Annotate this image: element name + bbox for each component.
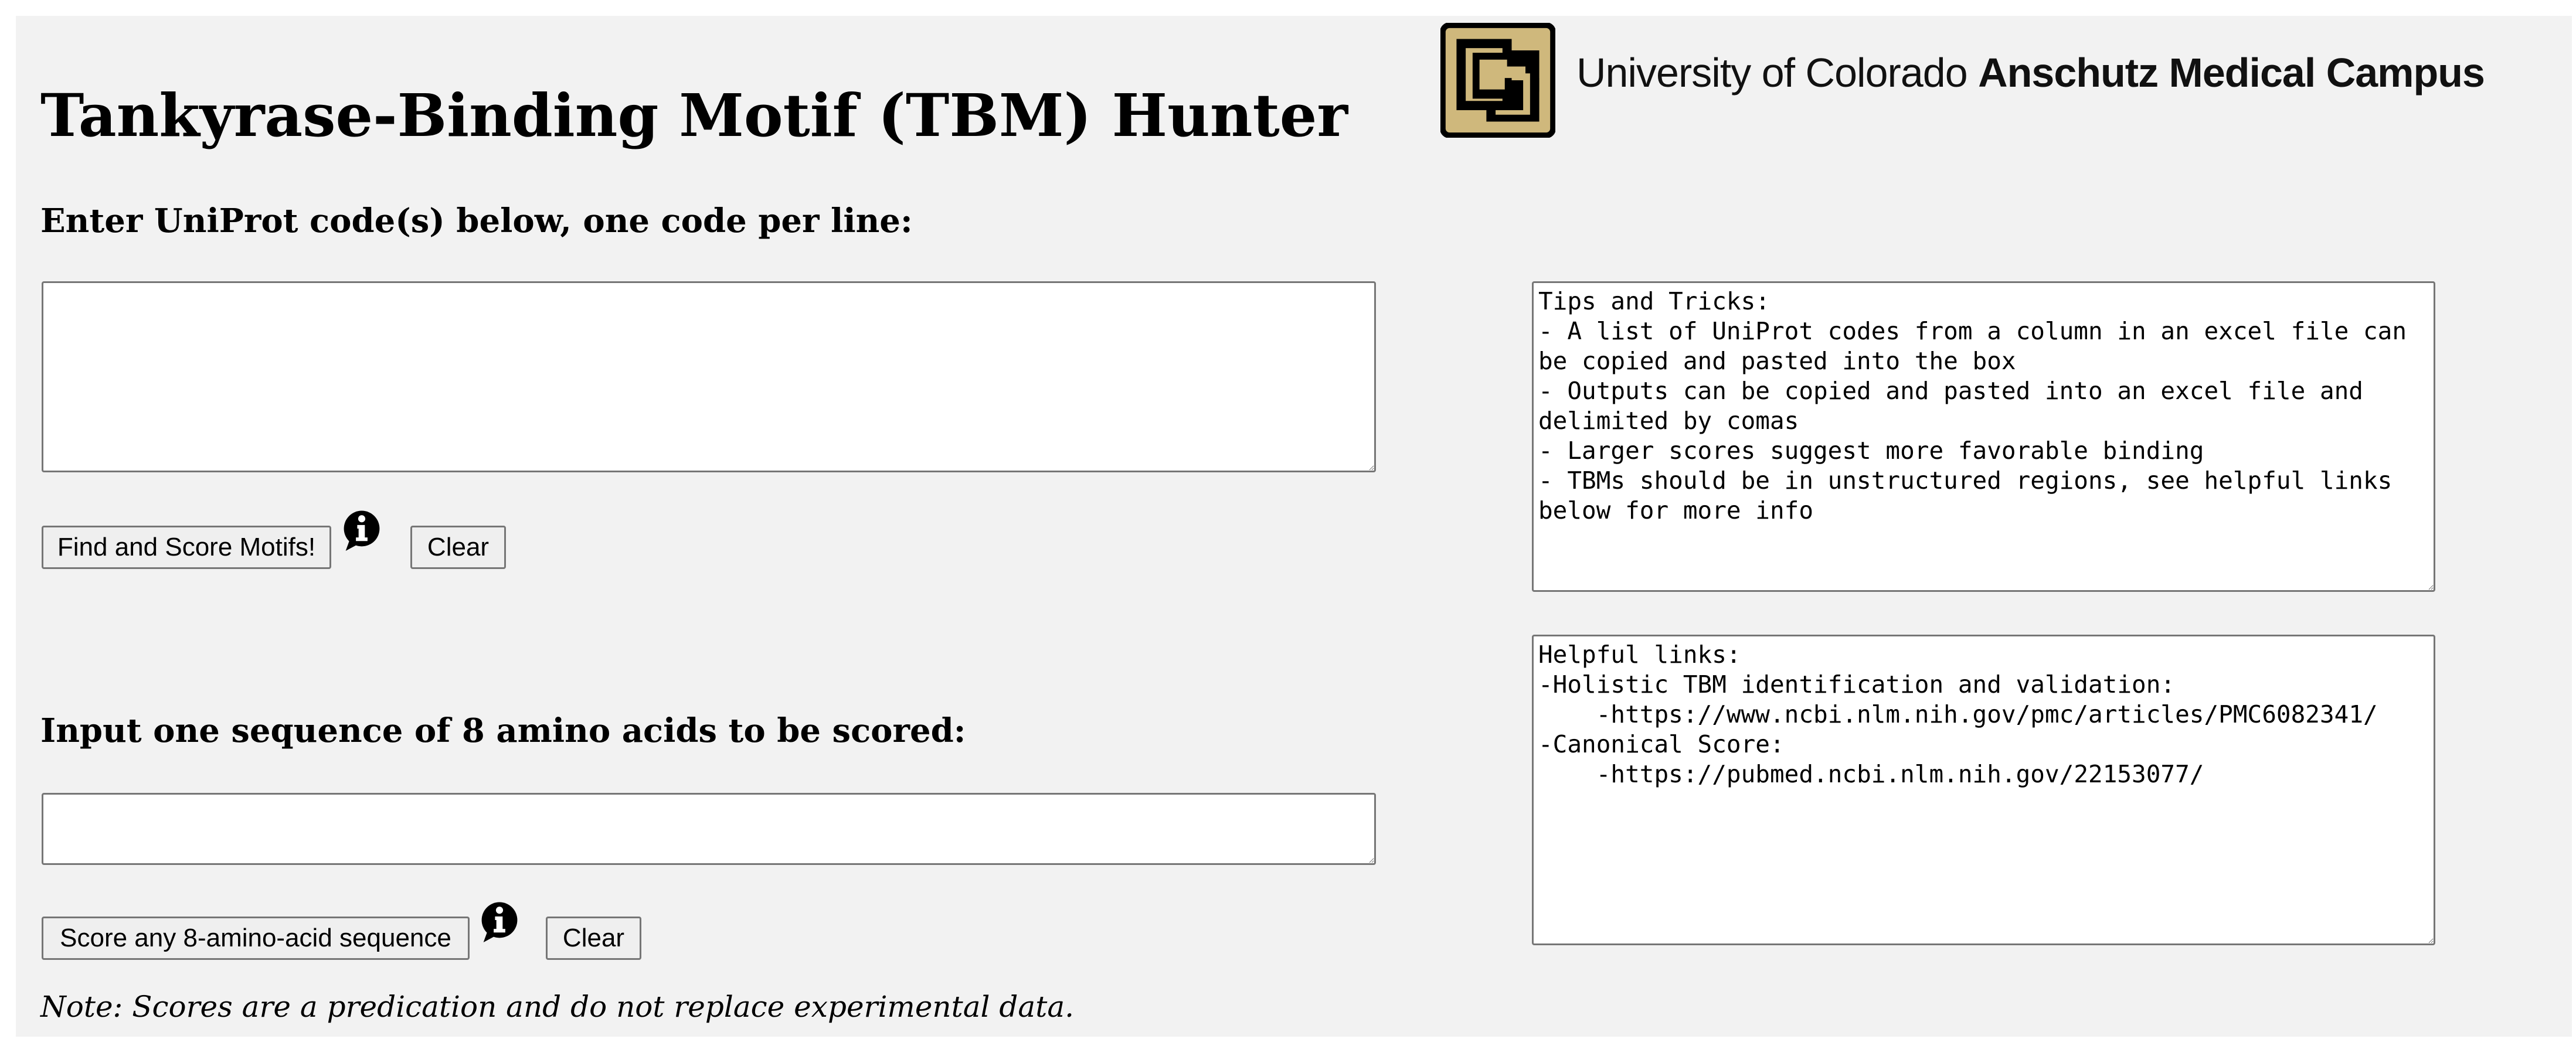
uniprot-codes-input[interactable] [42, 281, 1376, 472]
info-icon[interactable] [477, 900, 522, 944]
uniprot-input-label: Enter UniProt code(s) below, one code pe… [40, 202, 913, 240]
university-name: University of Colorado Anschutz Medical … [1576, 52, 2485, 93]
sequence-input[interactable] [42, 793, 1376, 865]
info-icon[interactable] [339, 508, 384, 553]
page-title: Tankyrase-Binding Motif (TBM) Hunter [40, 81, 1348, 150]
helpful-links-box[interactable]: Helpful links: -Holistic TBM identificat… [1532, 635, 2435, 945]
disclaimer-note: Note: Scores are a predication and do no… [40, 990, 1075, 1024]
cu-logo-icon [1440, 23, 1555, 138]
university-name-bold: Anschutz Medical Campus [1978, 50, 2485, 96]
tips-and-tricks-box[interactable]: Tips and Tricks: - A list of UniProt cod… [1532, 281, 2435, 592]
find-and-score-button[interactable]: Find and Score Motifs! [42, 526, 331, 569]
page-container: University of Colorado Anschutz Medical … [16, 16, 2572, 1037]
university-logo: University of Colorado Anschutz Medical … [1440, 23, 2554, 140]
clear-uniprot-button[interactable]: Clear [410, 526, 506, 569]
sequence-input-label: Input one sequence of 8 amino acids to b… [40, 711, 966, 750]
university-name-regular: University of Colorado [1576, 50, 1968, 96]
score-sequence-button[interactable]: Score any 8-amino-acid sequence [42, 917, 470, 960]
clear-sequence-button[interactable]: Clear [546, 917, 641, 960]
